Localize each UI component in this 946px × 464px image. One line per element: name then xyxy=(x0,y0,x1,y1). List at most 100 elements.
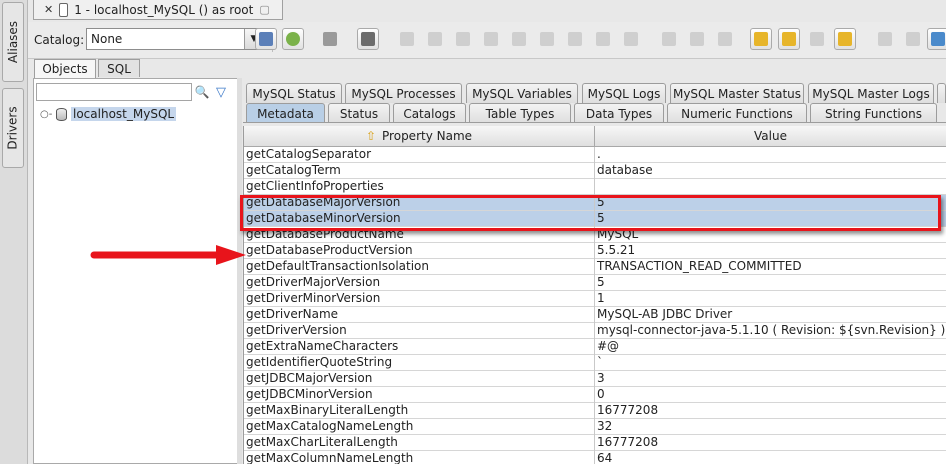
delete-button[interactable] xyxy=(592,28,614,50)
save-as-button[interactable] xyxy=(564,28,586,50)
save-button[interactable] xyxy=(536,28,558,50)
commit-button[interactable] xyxy=(255,28,277,50)
edit-button[interactable] xyxy=(424,28,446,50)
find-button[interactable] xyxy=(874,28,896,50)
table-button[interactable] xyxy=(750,28,772,50)
tab-label: Numeric Functions xyxy=(681,106,793,121)
new-button[interactable] xyxy=(396,28,418,50)
session-tab[interactable]: ✕ 1 - localhost_MySQL () as root ▢ xyxy=(33,0,283,20)
table-row[interactable]: getCatalogTerm database xyxy=(244,163,946,179)
table-row[interactable]: getJDBCMinorVersion 0 xyxy=(244,387,946,403)
aliases-side-tab[interactable]: Aliases xyxy=(2,2,24,82)
tab-string-functions[interactable]: String Functions xyxy=(810,103,937,123)
tab-catalogs[interactable]: Catalogs xyxy=(393,103,466,123)
format-button[interactable] xyxy=(927,28,946,50)
property-name-cell: getJDBCMajorVersion xyxy=(244,371,595,387)
tab-mysql-status[interactable]: MySQL Status xyxy=(246,83,342,103)
table-row[interactable]: getClientInfoProperties xyxy=(244,179,946,195)
print-icon xyxy=(484,32,498,46)
property-name-cell: getDriverVersion xyxy=(244,323,595,339)
tab-label: Metadata xyxy=(257,106,314,121)
copy-button[interactable] xyxy=(508,28,530,50)
table-row[interactable]: getMaxBinaryLiteralLength 16777208 xyxy=(244,403,946,419)
copy-icon[interactable]: ▢ xyxy=(259,3,269,16)
run-button[interactable] xyxy=(319,28,341,50)
list-button[interactable] xyxy=(714,28,736,50)
side-tab-strip: Aliases Drivers xyxy=(0,0,28,464)
new-icon xyxy=(400,32,414,46)
replace-button[interactable] xyxy=(902,28,924,50)
table-copy-button[interactable] xyxy=(806,28,828,50)
value-cell: 16777208 xyxy=(597,403,659,417)
table-row[interactable]: getDatabaseProductVersion 5.5.21 xyxy=(244,243,946,259)
arrow-up-icon xyxy=(662,32,676,46)
tab-table-types[interactable]: Table Types xyxy=(469,103,571,123)
table-row[interactable]: getMaxColumnNameLength 64 xyxy=(244,451,946,464)
tree-search-input[interactable] xyxy=(36,83,192,101)
table-view-icon xyxy=(782,32,796,46)
value-cell: TRANSACTION_READ_COMMITTED xyxy=(597,259,802,273)
tab-label: MySQL Master Status xyxy=(672,86,802,101)
drivers-side-tab[interactable]: Drivers xyxy=(2,88,24,168)
table-row[interactable]: getDriverMajorVersion 5 xyxy=(244,275,946,291)
tab-row-divider xyxy=(243,122,946,123)
object-tree-panel: 🔍 ▽ ○- localhost_MySQL xyxy=(33,78,238,464)
expand-icon[interactable]: ○- xyxy=(40,109,52,120)
table-row[interactable]: getCatalogSeparator. xyxy=(244,147,946,163)
tab-data-types[interactable]: Data Types xyxy=(574,103,664,123)
print-button[interactable] xyxy=(480,28,502,50)
move-down-button[interactable] xyxy=(686,28,708,50)
value-cell: 64 xyxy=(597,451,613,464)
refresh-button[interactable] xyxy=(282,28,304,50)
value-cell: 0 xyxy=(597,387,605,401)
table-copy-icon xyxy=(810,32,824,46)
table-row[interactable]: getMaxCharLiteralLength 16777208 xyxy=(244,435,946,451)
tab-mysql-variables[interactable]: MySQL Variables xyxy=(466,83,578,103)
tab-mysql-logs[interactable]: MySQL Logs xyxy=(582,83,666,103)
tab-label: Status xyxy=(339,106,379,121)
tab-status[interactable]: Status xyxy=(328,103,390,123)
catalog-select[interactable]: None ▼ xyxy=(86,28,264,50)
table-view-button[interactable] xyxy=(778,28,800,50)
tab-mysql-master-logs[interactable]: MySQL Master Logs xyxy=(808,83,934,103)
close-icon[interactable]: ✕ xyxy=(44,3,53,16)
tree-node-connection[interactable]: ○- localhost_MySQL xyxy=(40,107,177,121)
tab-sql-label: SQL xyxy=(107,61,131,76)
tab-objects[interactable]: Objects xyxy=(34,59,96,78)
tree-node-label: localhost_MySQL xyxy=(71,107,177,121)
list-icon xyxy=(718,32,732,46)
open-button[interactable] xyxy=(452,28,474,50)
table-row[interactable]: getDriverName MySQL-AB JDBC Driver xyxy=(244,307,946,323)
tab-label: MySQL Status xyxy=(252,86,336,101)
search-icon[interactable]: 🔍 xyxy=(193,83,211,101)
property-name-cell: getJDBCMinorVersion xyxy=(244,387,595,403)
refresh-icon xyxy=(286,32,300,46)
annotation-highlight-box xyxy=(240,195,941,231)
table-row[interactable]: getDefaultTransactionIsolation TRANSACTIO… xyxy=(244,259,946,275)
move-up-button[interactable] xyxy=(658,28,680,50)
sort-up-icon: ⇧ xyxy=(365,129,377,143)
tab-label: MySQL Master Logs xyxy=(812,86,930,101)
panel-splitter[interactable] xyxy=(237,78,242,464)
table-paste-button[interactable] xyxy=(834,28,856,50)
filter-icon[interactable]: ▽ xyxy=(212,83,230,101)
table-row[interactable]: getDriverMinorVersion 1 xyxy=(244,291,946,307)
tab-label: MySQL Logs xyxy=(587,86,661,101)
table-row[interactable]: getDriverVersion mysql-connector-java-5.1… xyxy=(244,323,946,339)
table-row[interactable]: getJDBCMajorVersion 3 xyxy=(244,371,946,387)
clear-button[interactable] xyxy=(620,28,642,50)
tab-numeric-functions[interactable]: Numeric Functions xyxy=(667,103,807,123)
column-header-value[interactable]: Value xyxy=(595,126,946,147)
property-name-cell: getDriverMinorVersion xyxy=(244,291,595,307)
tab-metadata[interactable]: Metadata xyxy=(246,103,325,123)
tab-mysql-processes[interactable]: MySQL Processes xyxy=(345,83,462,103)
table-row[interactable]: getExtraNameCharacters #@ xyxy=(244,339,946,355)
tab-overflow[interactable] xyxy=(937,83,946,103)
execute-button[interactable] xyxy=(357,28,379,50)
table-row[interactable]: getIdentifierQuoteString ` xyxy=(244,355,946,371)
tab-mysql-master-status[interactable]: MySQL Master Status xyxy=(670,83,804,103)
tab-sql[interactable]: SQL xyxy=(98,59,140,77)
tab-objects-label: Objects xyxy=(42,62,88,76)
column-header-property-name[interactable]: ⇧ Property Name xyxy=(244,126,595,147)
table-row[interactable]: getMaxCatalogNameLength 32 xyxy=(244,419,946,435)
